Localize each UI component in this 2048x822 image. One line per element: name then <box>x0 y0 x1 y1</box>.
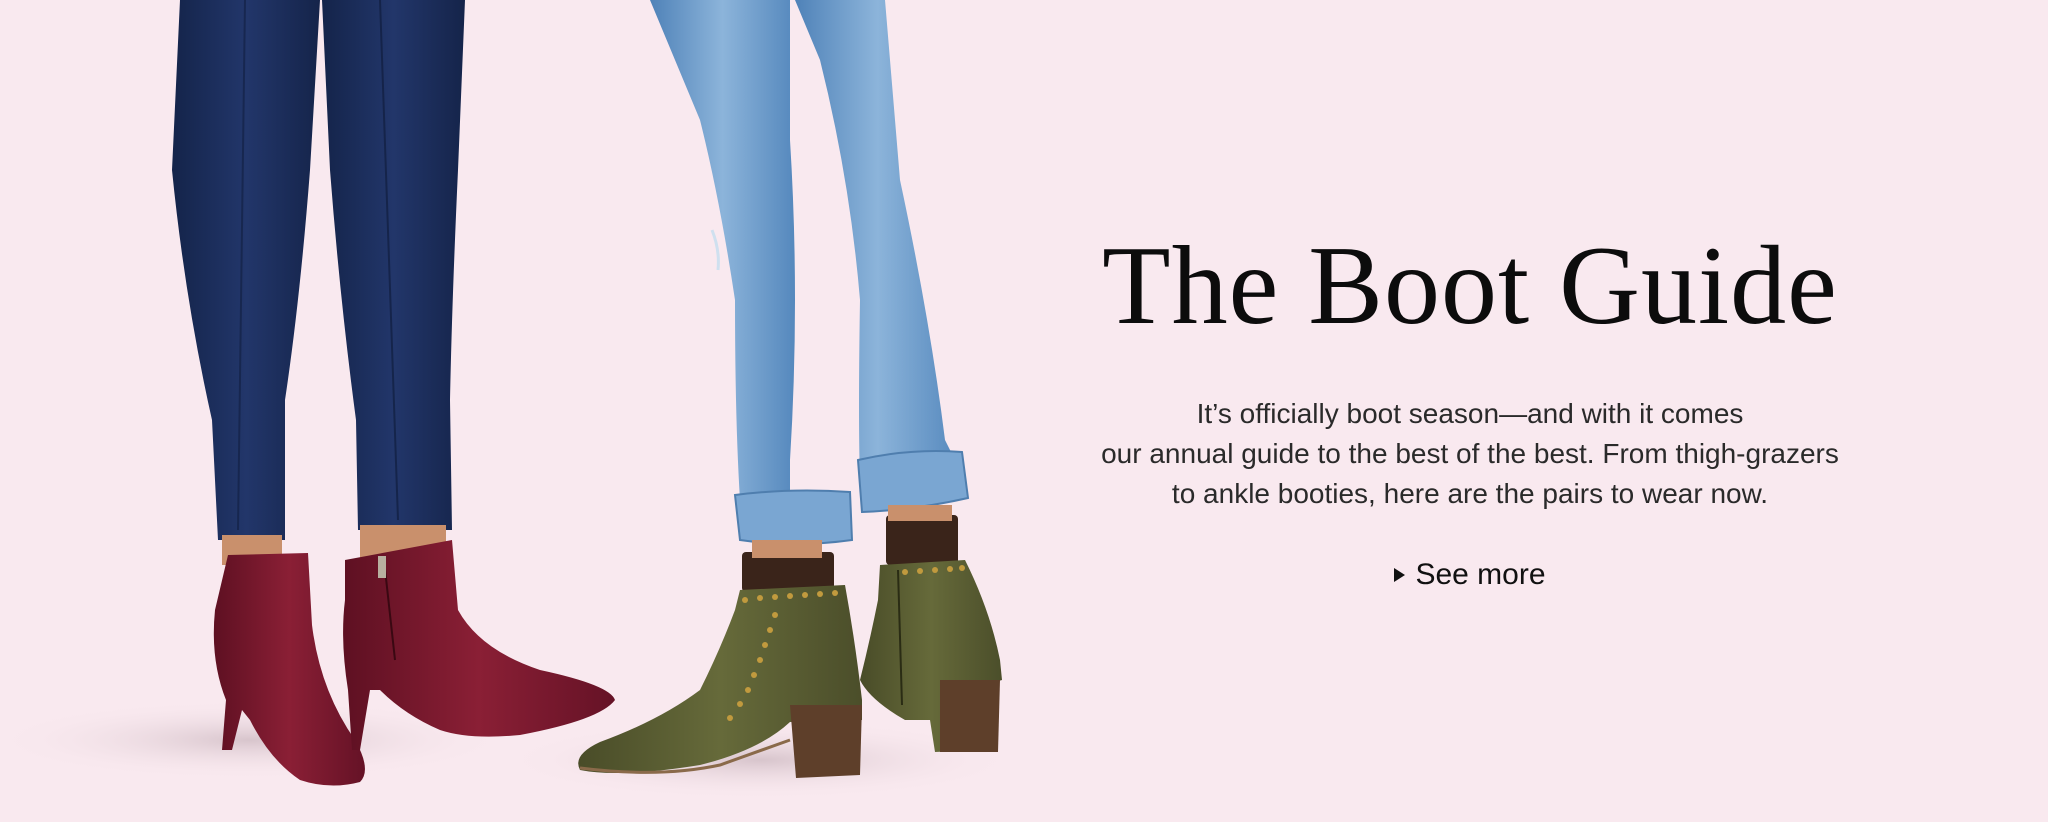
hero-description: It’s officially boot season—and with it … <box>1000 394 1940 514</box>
description-line: It’s officially boot season—and with it … <box>1196 398 1744 429</box>
see-more-link[interactable]: See more <box>1394 558 1546 592</box>
dark-jeans <box>172 0 465 540</box>
description-line: to ankle booties, here are the pairs to … <box>1171 478 1769 509</box>
hero-copy: The Boot Guide It’s officially boot seas… <box>1000 230 1940 592</box>
hero-banner: The Boot Guide It’s officially boot seas… <box>0 0 2048 822</box>
description-line: our annual guide to the best of the best… <box>1101 438 1839 469</box>
page-title: The Boot Guide <box>1102 224 1838 348</box>
play-triangle-icon <box>1394 568 1406 582</box>
see-more-label: See more <box>1415 558 1546 591</box>
hero-photo-boots <box>0 0 1020 800</box>
light-jeans <box>650 0 970 545</box>
